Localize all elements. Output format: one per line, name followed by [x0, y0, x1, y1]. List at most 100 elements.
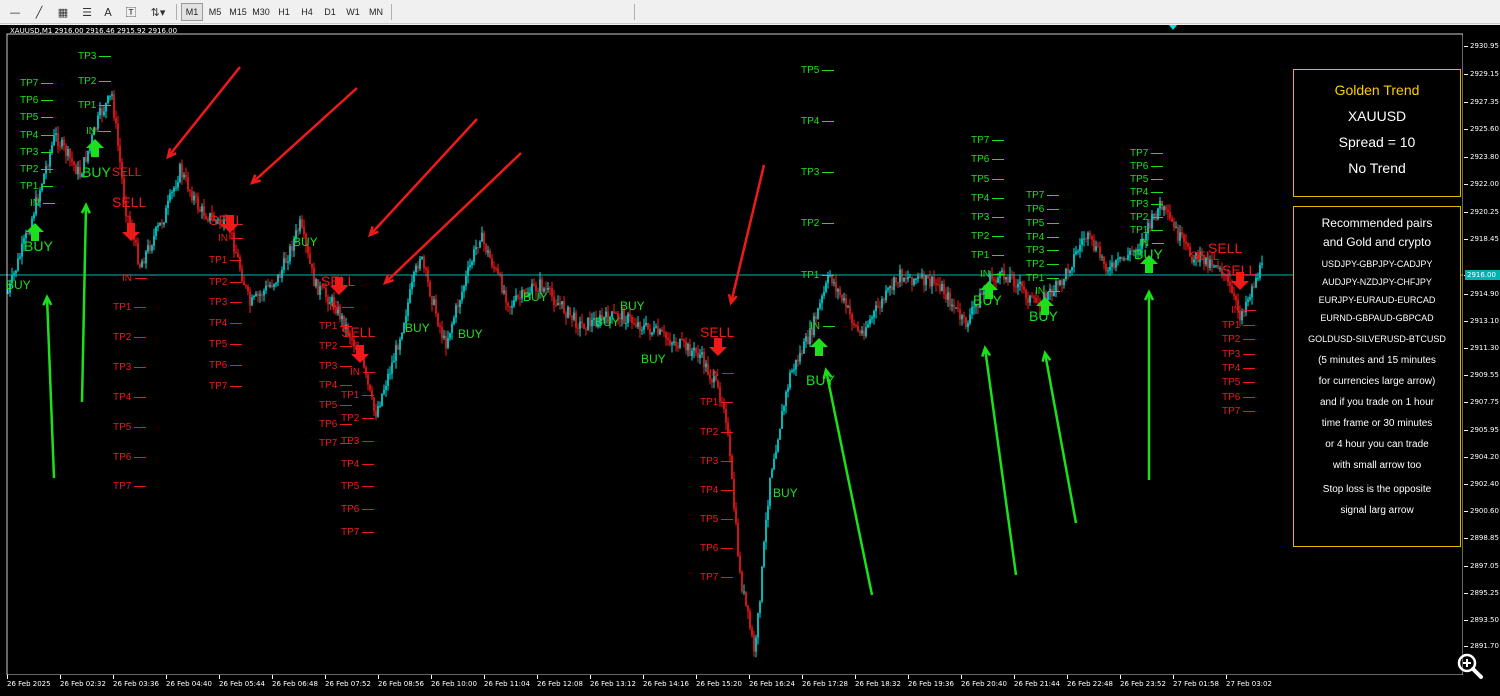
- level-text: TP1: [341, 390, 360, 401]
- level-text: TP4: [341, 459, 360, 470]
- tp-level-label: TP7: [209, 382, 243, 392]
- shapes-dropdown-icon[interactable]: ⇅▾: [146, 3, 170, 21]
- price-chart[interactable]: XAUUSD,M1 2916.00 2916.46 2915.92 2916.0…: [0, 25, 1500, 696]
- level-text: TP5: [113, 422, 132, 433]
- timeframe-w1[interactable]: W1: [342, 3, 364, 21]
- annotation-arrow: [1043, 352, 1078, 524]
- level-dash: [362, 485, 375, 488]
- level-dash: [1243, 338, 1256, 341]
- text-label-tool-icon[interactable]: 🅃: [122, 3, 140, 21]
- level-text: TP1: [209, 255, 228, 266]
- level-dash: [41, 185, 54, 188]
- time-tick: 26 Feb 16:24: [749, 675, 795, 688]
- buy-signal-label: BUY: [82, 164, 111, 180]
- price-tick: 2907.75: [1464, 398, 1499, 406]
- time-tick: 26 Feb 19:36: [908, 675, 954, 688]
- note-line: Stop loss is the opposite: [1322, 484, 1432, 495]
- level-text: TP2: [113, 332, 132, 343]
- channel-tool-icon[interactable]: ☰: [78, 3, 96, 21]
- chart-shift-marker[interactable]: [1169, 25, 1177, 30]
- timeframe-m5[interactable]: M5: [204, 3, 226, 21]
- text-tool-icon[interactable]: A: [100, 3, 116, 21]
- level-text: TP7: [1222, 406, 1241, 417]
- tp-level-label: TP3: [700, 457, 734, 467]
- timeframe-h1[interactable]: H1: [273, 3, 295, 21]
- level-dash: [1047, 194, 1060, 197]
- level-dash: [362, 394, 375, 397]
- tp-level-label: IN: [218, 234, 243, 244]
- crosshair-tool-icon[interactable]: —: [6, 3, 24, 21]
- time-tick: 26 Feb 23:52: [1120, 675, 1166, 688]
- time-axis[interactable]: 26 Feb 2025 26 Feb 02:32 26 Feb 03:36 26 Fe…: [0, 675, 1463, 696]
- fibonacci-tool-icon[interactable]: ▦: [54, 3, 72, 21]
- zoom-magnifier-icon[interactable]: [1456, 652, 1484, 680]
- timeframe-h4[interactable]: H4: [296, 3, 318, 21]
- level-dash: [1047, 236, 1060, 239]
- annotation-arrow: [45, 296, 56, 479]
- level-text: TP7: [971, 135, 990, 146]
- level-text: TP5: [209, 339, 228, 350]
- level-text: IN: [1035, 286, 1045, 297]
- tp-level-label: TP4: [341, 459, 375, 470]
- annotation-arrow: [369, 118, 478, 236]
- level-dash: [1151, 203, 1164, 206]
- level-text: TP7: [113, 481, 132, 492]
- tp-level-label: TP3: [20, 148, 54, 158]
- level-text: TP4: [801, 116, 820, 127]
- level-dash: [1243, 381, 1256, 384]
- level-dash: [721, 518, 734, 521]
- sell-arrow-icon: [709, 338, 727, 356]
- level-text: TP7: [319, 438, 338, 449]
- tp-level-label: TP2: [700, 427, 734, 438]
- tp-level-label: TP6: [1130, 162, 1164, 172]
- level-text: IN: [122, 273, 132, 284]
- level-dash: [1152, 242, 1164, 245]
- toolbar-separator: [634, 4, 635, 20]
- buy-signal-label: BUY: [973, 292, 1002, 308]
- trendline-tool-icon[interactable]: ╱: [30, 3, 48, 21]
- level-text: TP4: [20, 130, 39, 141]
- level-dash: [1243, 353, 1256, 356]
- price-tick: 2922.00: [1464, 180, 1499, 188]
- timeframe-d1[interactable]: D1: [319, 3, 341, 21]
- chart-toolbar: — ╱ ▦ ☰ A 🅃 ⇅▾ M1 M5 M15 M30 H1 H4 D1 W1…: [0, 0, 1500, 24]
- price-tick: 2891.70: [1464, 642, 1499, 650]
- time-tick: 26 Feb 05:44: [219, 675, 265, 688]
- level-dash: [41, 82, 54, 85]
- tp-level-label: TP7: [341, 527, 375, 538]
- level-text: TP6: [971, 154, 990, 165]
- price-scale[interactable]: 2930.95 2929.15 2927.35 2925.60 2923.80 2922.…: [1463, 25, 1500, 679]
- note-line: or 4 hour you can trade: [1325, 439, 1429, 450]
- timeframe-m15[interactable]: M15: [227, 3, 249, 21]
- tp-level-label: TP3: [1130, 200, 1164, 210]
- tp-level-label: TP1: [801, 271, 835, 281]
- buy-signal-label: BUY: [24, 238, 53, 254]
- level-dash: [992, 235, 1005, 238]
- level-text: IN: [980, 269, 990, 280]
- pair-line: AUDJPY-NZDJPY-CHFJPY: [1322, 277, 1432, 287]
- level-dash: [99, 55, 112, 58]
- price-tick: 2909.55: [1464, 371, 1499, 379]
- time-tick: 26 Feb 03:36: [113, 675, 159, 688]
- tp-level-label: TP3: [1222, 350, 1256, 360]
- timeframe-mn[interactable]: MN: [365, 3, 387, 21]
- annotation-arrow: [824, 369, 874, 596]
- timeframe-m1[interactable]: M1: [181, 3, 203, 21]
- tp-level-label: TP5: [971, 175, 1005, 185]
- timeframe-m30[interactable]: M30: [250, 3, 272, 21]
- level-dash: [1243, 410, 1256, 413]
- level-text: TP5: [341, 481, 360, 492]
- time-tick: 27 Feb 01:58: [1173, 675, 1219, 688]
- time-tick: 26 Feb 08:56: [378, 675, 424, 688]
- tp-level-label: TP4: [209, 319, 243, 329]
- level-text: TP7: [341, 527, 360, 538]
- level-dash: [822, 171, 835, 174]
- level-text: TP2: [700, 427, 719, 438]
- sell-signal-label: SELL: [112, 194, 147, 210]
- price-tick: 2913.10: [1464, 317, 1499, 325]
- time-tick: 27 Feb 03:02: [1226, 675, 1272, 688]
- tp-level-label: TP6: [341, 505, 375, 515]
- tp-level-label: TP3: [971, 213, 1005, 223]
- level-text: TP4: [700, 485, 719, 496]
- level-dash: [1244, 309, 1256, 312]
